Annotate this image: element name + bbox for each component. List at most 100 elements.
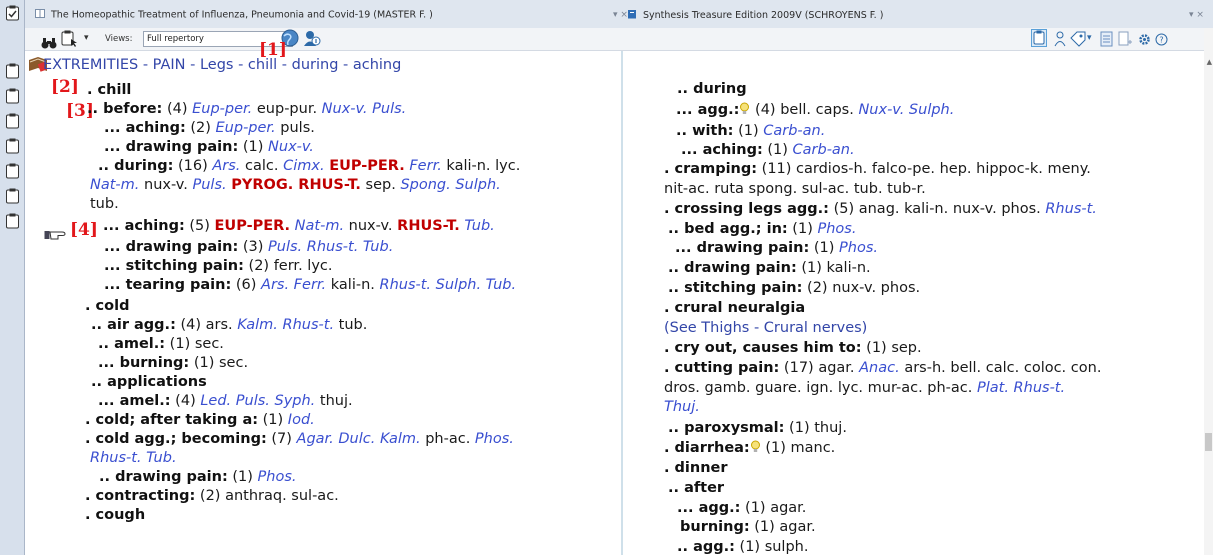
rubric-line[interactable]: . crossing legs agg.: (5) anag. kali-n. … (664, 200, 1097, 219)
remedy[interactable]: Nat-m. (90, 177, 139, 193)
rubric-line[interactable]: . cry out, causes him to: (1) sep. (664, 339, 922, 358)
remedy[interactable]: thuj. (315, 393, 353, 409)
user-info-icon[interactable] (303, 29, 321, 51)
clipboard-check-icon[interactable] (5, 5, 20, 21)
tab-menu-close-icon[interactable]: ▾ × (1189, 10, 1204, 20)
rubric-line[interactable]: ... drawing pain: (1) Nux-v. (104, 138, 314, 157)
dropdown-arrow-icon[interactable]: ▾ (84, 33, 89, 43)
remedy[interactable]: tub. (90, 196, 119, 212)
rubric-line[interactable]: . cold (85, 297, 129, 316)
remedy[interactable]: anthraq. sul-ac. (225, 488, 339, 504)
scroll-up-arrow-icon[interactable]: ▲ (1207, 58, 1212, 66)
rubric-line[interactable]: . cutting pain: (17) agar. Anac. ars-h. … (664, 359, 1101, 378)
remedy[interactable]: Nux-v. Puls. (322, 101, 407, 117)
rubric-line[interactable]: .. paroxysmal: (1) thuj. (668, 419, 847, 438)
rubric-line[interactable]: . dinner (664, 459, 728, 478)
rubric-line[interactable]: .. with: (1) Carb-an. (676, 122, 825, 141)
tab-homeopathic-influenza[interactable]: The Homeopathic Treatment of Influenza, … (35, 9, 433, 28)
lightbulb-icon[interactable] (739, 102, 750, 121)
remedy[interactable]: EUP-PER. (329, 158, 405, 174)
rubric-line[interactable]: Thuj. (664, 398, 700, 417)
clipboard-icon-4[interactable] (5, 138, 20, 154)
remedy[interactable]: manc. (791, 440, 836, 456)
remedy[interactable]: Carb-an. (763, 123, 825, 139)
gear-icon[interactable] (1138, 31, 1151, 50)
remedy[interactable]: sec. (219, 355, 248, 371)
remedy[interactable]: Rhus-t. (1045, 201, 1097, 217)
list-icon[interactable] (1100, 31, 1113, 51)
remedy[interactable]: sep. (891, 340, 921, 356)
breadcrumb[interactable]: EXTREMITIES - PAIN - Legs - chill - duri… (43, 57, 401, 73)
remedy[interactable]: anag. kali-n. nux-v. phos. (859, 201, 1046, 217)
cross-reference-link[interactable]: (See Thighs - Crural nerves) (664, 320, 867, 336)
rubric-line[interactable]: .. drawing pain: (1) kali-n. (668, 259, 871, 278)
remedy[interactable]: Puls. (192, 177, 226, 193)
remedy[interactable]: Anac. (859, 360, 900, 376)
rubric-line[interactable]: . cold agg.; becoming: (7) Agar. Dulc. K… (85, 430, 514, 449)
lightbulb-icon[interactable] (750, 440, 761, 459)
remedy[interactable]: Cimx. (283, 158, 324, 174)
rubric-line[interactable]: ... stitching pain: (2) ferr. lyc. (104, 257, 332, 276)
remedy[interactable]: Agar. Dulc. Kalm. (297, 431, 421, 447)
tag-icon[interactable] (1070, 31, 1086, 51)
rubric-line[interactable]: .. bed agg.; in: (1) Phos. (668, 220, 856, 239)
rubric-line[interactable]: ... agg.: (4) bell. caps. Nux-v. Sulph. (676, 101, 954, 121)
remedy[interactable]: Ars. (212, 158, 240, 174)
remedy[interactable]: sulph. (765, 539, 809, 555)
remedy[interactable]: Rhus-t. Sulph. Tub. (380, 277, 517, 293)
rubric-line[interactable]: . diarrhea: (1) manc. (664, 439, 835, 459)
remedy[interactable]: tub. (334, 317, 368, 333)
rubric-line[interactable]: (See Thighs - Crural nerves) (664, 319, 867, 338)
remedy[interactable]: agar. (818, 360, 859, 376)
clipboard-icon-6[interactable] (5, 188, 20, 204)
remedy[interactable]: agar. (770, 500, 806, 516)
rubric-line[interactable]: dros. gamb. guare. ign. lyc. mur-ac. ph-… (664, 379, 1065, 398)
rubric-line[interactable]: .. after (668, 479, 724, 498)
remedy[interactable]: kali-n. (326, 277, 379, 293)
rubric-line[interactable]: ... burning: (1) sec. (98, 354, 248, 373)
remedy[interactable]: Carb-an. (793, 142, 855, 158)
remedy[interactable]: bell. caps. (780, 102, 858, 118)
remedy[interactable]: Iod. (288, 412, 315, 428)
remedy[interactable]: kali-n. (827, 260, 871, 276)
rubric-line[interactable]: . cramping: (11) cardios-h. falco-pe. he… (664, 160, 1091, 179)
rubric-line[interactable]: ... drawing pain: (3) Puls. Rhus-t. Tub. (104, 238, 393, 257)
tag-dropdown-arrow-icon[interactable]: ▾ (1087, 33, 1092, 43)
remedy[interactable]: Eup-per. (192, 101, 252, 117)
tab-menu-close-icon[interactable]: ▾ × (613, 10, 628, 20)
remedy[interactable]: Ferr. (409, 158, 441, 174)
rubric-line[interactable]: .. applications (91, 373, 207, 392)
rubric-line[interactable]: .. stitching pain: (2) nux-v. phos. (668, 279, 920, 298)
remedy[interactable]: Spong. Sulph. (400, 177, 500, 193)
remedy[interactable]: Led. Puls. Syph. (200, 393, 315, 409)
remedy[interactable]: Phos. (258, 469, 297, 485)
remedy[interactable]: Rhus-t. Tub. (90, 450, 177, 466)
remedy[interactable]: ars. (206, 317, 238, 333)
clipboard-icon-3[interactable] (5, 113, 20, 129)
clipboard-cursor-icon[interactable] (61, 30, 83, 51)
remedy[interactable]: ph-ac. (421, 431, 475, 447)
rubric-line[interactable]: nit-ac. ruta spong. sul-ac. tub. tub-r. (664, 180, 926, 199)
add-document-icon[interactable] (1118, 31, 1132, 51)
remedy[interactable]: sep. (361, 177, 401, 193)
remedy[interactable]: EUP-PER. (215, 218, 291, 234)
rubric-line[interactable]: .. during (677, 80, 747, 99)
remedy[interactable]: dros. gamb. guare. ign. lyc. mur-ac. ph-… (664, 380, 977, 396)
rubric-line[interactable]: .. drawing pain: (1) Phos. (99, 468, 297, 487)
remedy[interactable]: Nux-v. (268, 139, 314, 155)
remedy[interactable]: PYROG. RHUS-T. (231, 177, 361, 193)
rubric-line[interactable]: tub. (90, 195, 119, 214)
remedy[interactable]: Kalm. Rhus-t. (237, 317, 334, 333)
clipboard-icon-2[interactable] (5, 88, 20, 104)
remedy[interactable]: ars-h. bell. calc. coloc. con. (900, 360, 1101, 376)
remedy[interactable]: Thuj. (664, 399, 700, 415)
remedy[interactable]: kali-n. lyc. (442, 158, 520, 174)
remedy[interactable]: agar. (779, 519, 815, 535)
remedy[interactable]: nux-v. (139, 177, 192, 193)
rubric-line[interactable]: . chill (87, 81, 131, 100)
rubric-line[interactable]: . cough (85, 506, 145, 525)
rubric-line[interactable]: .. air agg.: (4) ars. Kalm. Rhus-t. tub. (91, 316, 367, 335)
remedy[interactable]: Phos. (839, 240, 878, 256)
tab-synthesis-treasure[interactable]: Synthesis Treasure Edition 2009V (SCHROY… (627, 9, 883, 28)
rubric-line[interactable]: .. agg.: (1) sulph. (677, 538, 808, 555)
